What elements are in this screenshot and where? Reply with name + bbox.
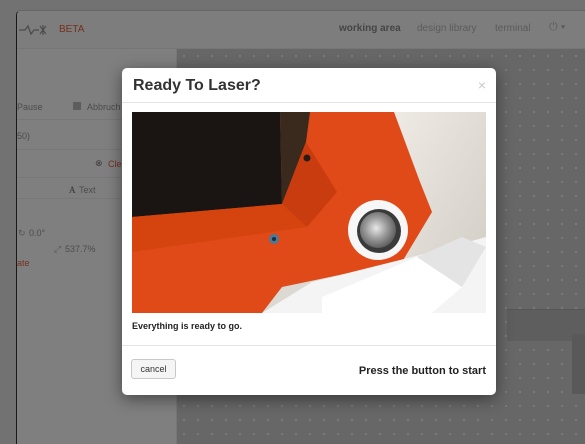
ready-to-laser-dialog: Ready To Laser? × Everything is ready to… [122,68,496,395]
divider [122,345,496,346]
divider [122,102,496,103]
laser-button-photo [132,112,486,313]
press-button-instruction: Press the button to start [358,365,486,377]
close-icon[interactable]: × [478,78,486,92]
status-message: Everything is ready to go. [132,321,243,331]
dialog-title: Ready To Laser? [133,77,261,94]
cancel-button[interactable]: cancel [131,359,176,379]
